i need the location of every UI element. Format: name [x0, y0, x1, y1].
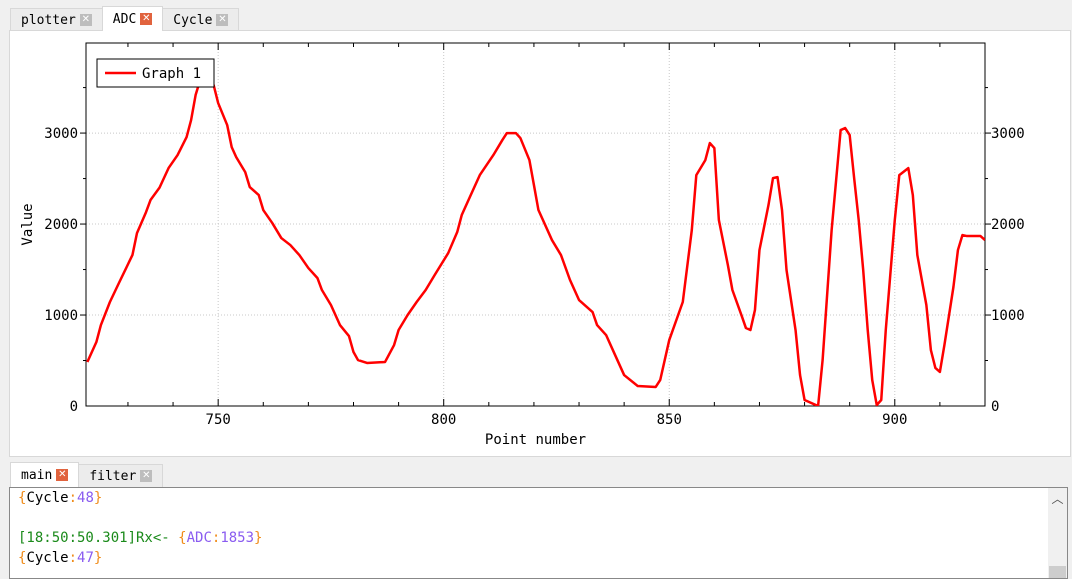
log-token: [18:50:50.301]Rx<- — [18, 530, 179, 546]
y-tick-label-right: 1000 — [991, 308, 1025, 324]
log-token: Cycle — [26, 550, 69, 566]
close-icon[interactable]: ✕ — [140, 13, 153, 25]
y-axis-label: Value — [20, 203, 36, 245]
scroll-up-arrow-icon[interactable]: ︿ — [1048, 490, 1067, 507]
close-icon[interactable]: ✕ — [140, 470, 153, 482]
log-token: 1853 — [220, 530, 255, 546]
x-tick-label: 800 — [431, 412, 456, 428]
tab-plotter[interactable]: plotter ✕ — [10, 8, 103, 31]
top-tab-bar: plotter ✕ ADC ✕ Cycle ✕ — [10, 6, 240, 31]
console-line: [18:50:50.301]Rx<- {ADC:1853} — [10, 528, 1067, 548]
close-icon[interactable]: ✕ — [56, 469, 69, 481]
log-token: 48 — [77, 490, 94, 506]
y-tick-label-right: 2000 — [991, 217, 1025, 233]
log-token: { — [178, 530, 187, 546]
log-token: } — [93, 490, 103, 506]
tab-filter[interactable]: filter ✕ — [78, 464, 164, 487]
console-line: {Cycle:47} — [10, 548, 1067, 568]
y-tick-label: 2000 — [44, 217, 78, 233]
legend-label: Graph 1 — [142, 66, 201, 82]
series-line-graph-1 — [86, 78, 985, 406]
y-tick-label: 1000 — [44, 308, 78, 324]
log-token: : — [68, 550, 78, 566]
x-tick-label: 900 — [882, 412, 907, 428]
x-tick-label: 850 — [657, 412, 682, 428]
y-tick-label: 3000 — [44, 126, 78, 142]
log-token: ADC — [186, 530, 212, 546]
plot-panel: 750 800 850 900 0 0 1000 1000 2000 2000 3000 3000 Po… — [9, 30, 1071, 457]
adc-chart[interactable]: 750 800 850 900 0 0 1000 1000 2000 2000 3000 3000 Po… — [10, 31, 1070, 456]
scrollbar-thumb[interactable] — [1049, 566, 1066, 578]
log-token: 47 — [77, 550, 94, 566]
console-output[interactable]: {Cycle:48} [18:50:50.301]Rx<- {ADC:1853}… — [9, 487, 1068, 579]
close-icon[interactable]: ✕ — [79, 14, 92, 26]
bottom-tab-bar: main ✕ filter ✕ — [10, 462, 164, 487]
log-token: : — [68, 490, 78, 506]
log-token: Cycle — [26, 490, 69, 506]
log-token: } — [93, 550, 103, 566]
x-axis-label: Point number — [485, 432, 586, 448]
log-token: } — [254, 530, 263, 546]
plot-frame — [85, 42, 986, 407]
console-line: {Cycle:48} — [10, 488, 1067, 508]
close-icon[interactable]: ✕ — [216, 14, 229, 26]
y-tick-label-right: 0 — [991, 399, 999, 415]
tab-cycle[interactable]: Cycle ✕ — [162, 8, 240, 31]
x-tick-label: 750 — [206, 412, 231, 428]
tab-main[interactable]: main ✕ — [10, 462, 80, 487]
vertical-scrollbar[interactable]: ︿ — [1048, 488, 1067, 578]
tab-adc[interactable]: ADC ✕ — [101, 6, 164, 31]
y-tick-label: 0 — [70, 399, 78, 415]
y-tick-label-right: 3000 — [991, 126, 1025, 142]
